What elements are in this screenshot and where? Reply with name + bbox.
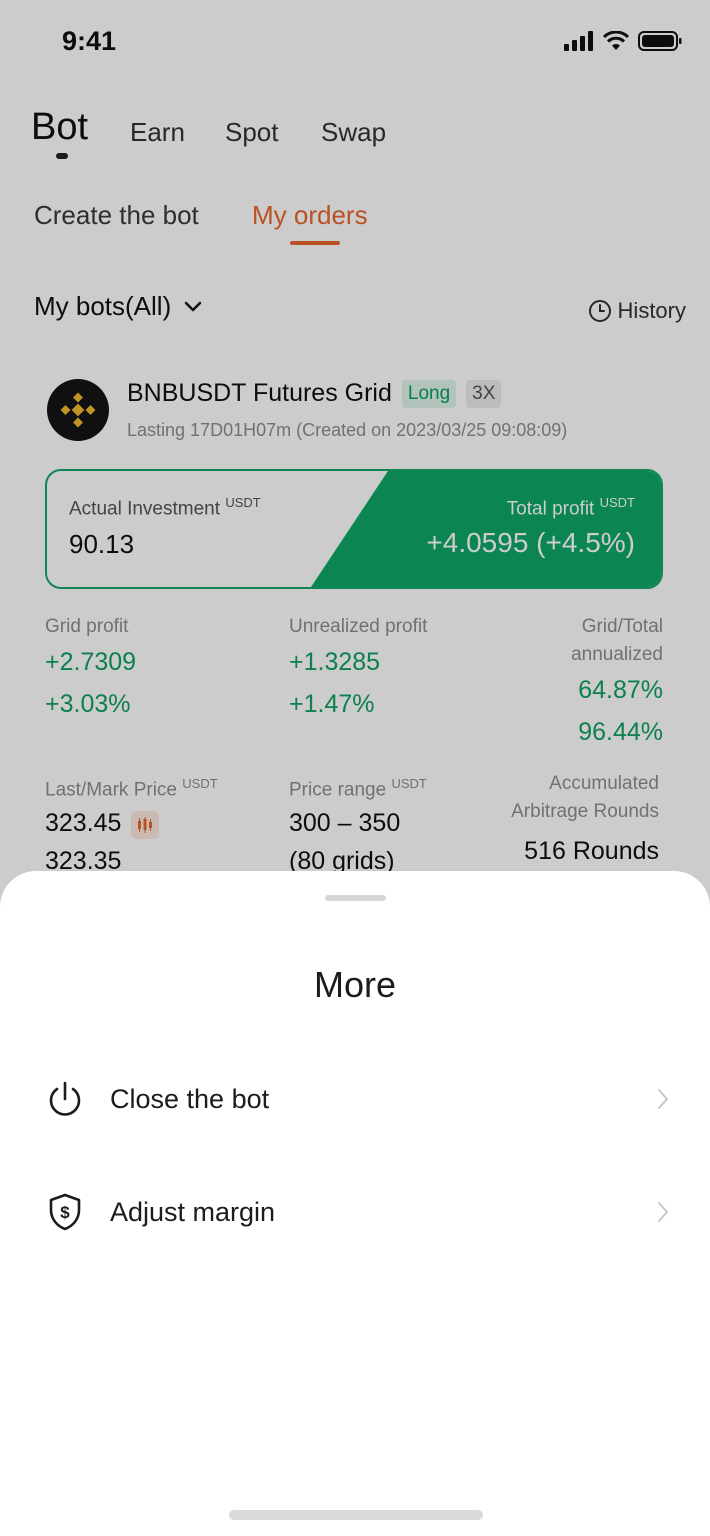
sheet-drag-handle[interactable]: [325, 895, 386, 901]
close-bot-item[interactable]: Close the bot: [40, 1064, 670, 1134]
close-bot-label: Close the bot: [110, 1083, 270, 1114]
home-indicator: [229, 1510, 483, 1520]
power-icon: [40, 1074, 90, 1124]
svg-text:$: $: [60, 1203, 70, 1222]
shield-dollar-icon: $: [40, 1187, 90, 1237]
chevron-right-icon: [658, 1089, 668, 1109]
adjust-margin-item[interactable]: $ Adjust margin: [40, 1177, 670, 1247]
sheet-title: More: [313, 964, 397, 1005]
adjust-margin-label: Adjust margin: [110, 1196, 276, 1227]
chevron-right-icon: [658, 1202, 668, 1222]
